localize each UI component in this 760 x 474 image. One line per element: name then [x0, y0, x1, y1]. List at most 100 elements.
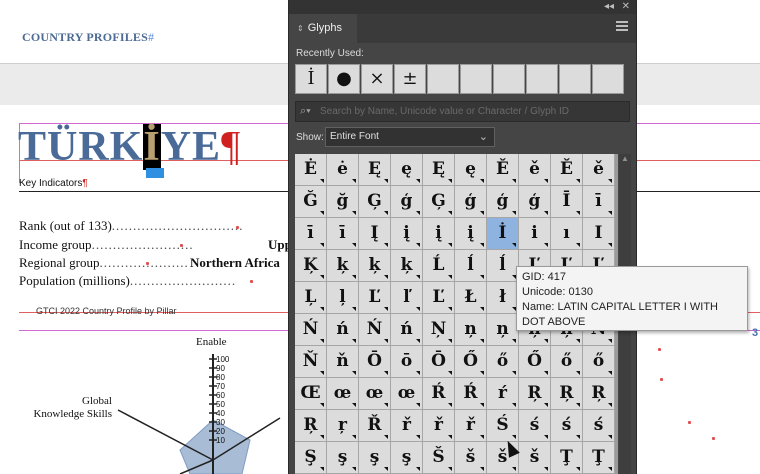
panel-drag-bar[interactable]: ◂◂ ✕: [289, 0, 636, 14]
recent-glyph-cell[interactable]: [493, 64, 525, 94]
glyph-cell[interactable]: ś: [583, 410, 615, 442]
glyph-cell[interactable]: ı: [551, 218, 583, 250]
glyph-cell[interactable]: ř: [423, 410, 455, 442]
glyph-cell[interactable]: Ŗ: [583, 378, 615, 410]
glyph-cell[interactable]: ń: [327, 314, 359, 346]
glyph-cell[interactable]: ī: [327, 218, 359, 250]
glyph-cell[interactable]: Ě: [551, 154, 583, 186]
glyph-cell[interactable]: ŗ: [327, 410, 359, 442]
glyph-cell[interactable]: ņ: [487, 314, 519, 346]
glyph-cell[interactable]: ŕ: [487, 378, 519, 410]
glyph-cell[interactable]: œ: [327, 378, 359, 410]
glyph-cell[interactable]: ī: [295, 218, 327, 250]
glyph-cell[interactable]: Ļ: [295, 282, 327, 314]
glyph-cell[interactable]: Ę: [359, 154, 391, 186]
glyph-cell[interactable]: ļ: [327, 282, 359, 314]
recent-glyph-cell[interactable]: [592, 64, 624, 94]
recent-glyph-cell[interactable]: [559, 64, 591, 94]
glyph-cell[interactable]: į: [423, 218, 455, 250]
glyph-cell[interactable]: ī: [583, 186, 615, 218]
glyph-cell[interactable]: Ş: [295, 442, 327, 474]
glyph-cell[interactable]: Ŕ: [455, 378, 487, 410]
glyph-cell[interactable]: ě: [583, 154, 615, 186]
glyph-cell[interactable]: Š: [423, 442, 455, 474]
glyph-cell[interactable]: ő: [551, 346, 583, 378]
glyph-cell[interactable]: Ģ: [359, 186, 391, 218]
glyph-cell[interactable]: Ň: [295, 346, 327, 378]
glyph-cell[interactable]: ķ: [327, 250, 359, 282]
close-icon[interactable]: ✕: [622, 1, 630, 12]
glyph-cell[interactable]: Ķ: [295, 250, 327, 282]
collapse-icon[interactable]: ◂◂: [604, 1, 614, 12]
glyph-search-input[interactable]: ⌕▾ Search by Name, Unicode value or Char…: [295, 101, 630, 122]
glyph-cell[interactable]: ş: [359, 442, 391, 474]
glyph-cell[interactable]: ģ: [455, 186, 487, 218]
glyph-cell[interactable]: Ğ: [295, 186, 327, 218]
glyph-cell[interactable]: œ: [359, 378, 391, 410]
glyph-cell[interactable]: Ő: [455, 346, 487, 378]
show-dropdown[interactable]: Entire Font ⌄: [325, 127, 495, 147]
glyph-cell[interactable]: Ę: [423, 154, 455, 186]
glyph-cell[interactable]: Į: [359, 218, 391, 250]
recent-glyph-cell[interactable]: ±: [394, 64, 426, 94]
glyph-cell[interactable]: Ł: [455, 282, 487, 314]
glyph-cell[interactable]: į: [455, 218, 487, 250]
country-title[interactable]: TÜRKİYE¶: [18, 123, 241, 171]
glyph-cell[interactable]: Ř: [359, 410, 391, 442]
glyph-cell[interactable]: ś: [519, 410, 551, 442]
panel-menu-icon[interactable]: [616, 21, 628, 33]
recent-glyph-cell[interactable]: ●: [328, 64, 360, 94]
glyph-cell[interactable]: ĺ: [487, 250, 519, 282]
recent-glyph-cell[interactable]: [427, 64, 459, 94]
glyph-cell[interactable]: ę: [391, 154, 423, 186]
glyph-cell[interactable]: Ţ: [551, 442, 583, 474]
glyph-cell[interactable]: i: [519, 218, 551, 250]
glyph-cell[interactable]: Ģ: [423, 186, 455, 218]
glyph-cell[interactable]: Ŕ: [423, 378, 455, 410]
glyph-cell[interactable]: Ī: [551, 186, 583, 218]
glyph-cell[interactable]: Ņ: [423, 314, 455, 346]
glyph-cell[interactable]: Ě: [487, 154, 519, 186]
glyphs-panel[interactable]: ◂◂ ✕ ⇕ Glyphs Recently Used: İ ● × ± ⌕▾ Sear…: [288, 0, 637, 474]
glyph-cell[interactable]: Ľ: [423, 282, 455, 314]
text-frame-handle[interactable]: [146, 168, 164, 178]
glyph-cell[interactable]: ě: [519, 154, 551, 186]
glyph-cell[interactable]: ģ: [487, 186, 519, 218]
glyph-cell[interactable]: ř: [455, 410, 487, 442]
glyph-cell[interactable]: Ś: [487, 410, 519, 442]
glyph-cell[interactable]: I: [583, 218, 615, 250]
glyph-cell[interactable]: ę: [455, 154, 487, 186]
glyph-cell[interactable]: ř: [391, 410, 423, 442]
glyph-cell[interactable]: Ţ: [583, 442, 615, 474]
glyph-cell[interactable]: ģ: [519, 186, 551, 218]
glyph-cell[interactable]: ĺ: [455, 250, 487, 282]
glyph-cell[interactable]: į: [391, 218, 423, 250]
glyph-cell[interactable]: ō: [391, 346, 423, 378]
glyph-cell[interactable]: ė: [327, 154, 359, 186]
glyph-cell[interactable]: Ŗ: [295, 410, 327, 442]
glyph-cell[interactable]: Ő: [519, 346, 551, 378]
glyph-cell[interactable]: ņ: [455, 314, 487, 346]
glyph-cell[interactable]: ģ: [391, 186, 423, 218]
glyph-cell[interactable]: ś: [551, 410, 583, 442]
glyph-cell[interactable]: ő: [583, 346, 615, 378]
scroll-up-icon[interactable]: ▲: [621, 154, 629, 163]
glyph-cell[interactable]: ş: [391, 442, 423, 474]
glyph-cell[interactable]: Œ: [295, 378, 327, 410]
glyph-cell[interactable]: Ŗ: [519, 378, 551, 410]
glyph-cell[interactable]: Ŗ: [551, 378, 583, 410]
glyph-cell[interactable]: Ė: [295, 154, 327, 186]
glyph-cell[interactable]: ş: [327, 442, 359, 474]
glyph-cell[interactable]: ğ: [327, 186, 359, 218]
glyph-cell[interactable]: š: [519, 442, 551, 474]
glyph-cell[interactable]: Ń: [359, 314, 391, 346]
glyph-cell[interactable]: œ: [391, 378, 423, 410]
glyph-cell[interactable]: ń: [391, 314, 423, 346]
glyph-cell[interactable]: ł: [487, 282, 519, 314]
glyph-cell[interactable]: ň: [327, 346, 359, 378]
glyph-cell[interactable]: Ľ: [359, 282, 391, 314]
glyph-cell[interactable]: š: [455, 442, 487, 474]
glyph-cell[interactable]: Ō: [359, 346, 391, 378]
recent-glyph-cell[interactable]: [460, 64, 492, 94]
glyph-cell[interactable]: ľ: [391, 282, 423, 314]
